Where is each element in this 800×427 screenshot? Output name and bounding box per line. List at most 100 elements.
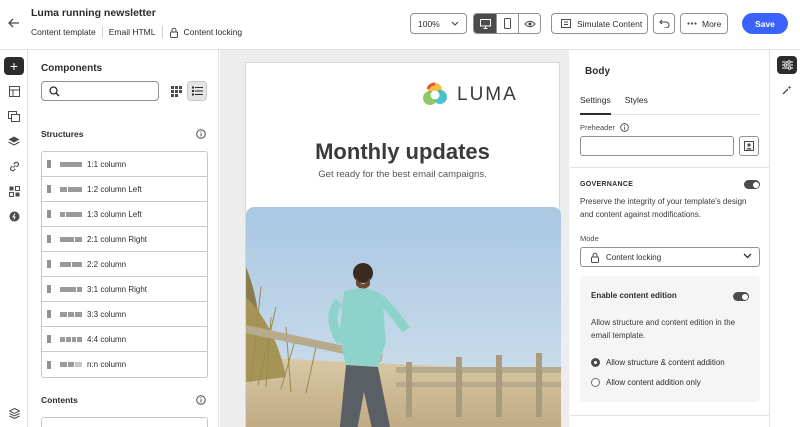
preheader-label-row: Preheader: [580, 123, 629, 132]
mode-select[interactable]: Content locking: [580, 247, 760, 267]
email-subheadline[interactable]: Get ready for the best email campaigns.: [246, 169, 559, 180]
content-locking-label: Content locking: [183, 27, 243, 37]
history-icon[interactable]: [8, 407, 20, 419]
drag-handle-icon[interactable]: [47, 335, 51, 343]
personalize-button[interactable]: [739, 136, 759, 156]
structure-item[interactable]: 3:1 column Right: [42, 277, 207, 302]
structure-item[interactable]: 1:2 column Left: [42, 177, 207, 202]
structure-item[interactable]: 3:3 column: [42, 302, 207, 327]
radio-button[interactable]: [591, 358, 600, 367]
personalization-icon[interactable]: [8, 210, 20, 222]
search-icon: [49, 86, 60, 97]
structures-title: Structures: [41, 129, 84, 139]
drag-handle-icon[interactable]: [47, 185, 51, 193]
zoom-select[interactable]: 100%: [410, 13, 467, 34]
lock-icon: [169, 27, 178, 38]
fragments-icon[interactable]: [8, 185, 20, 197]
structure-item[interactable]: 1:1 column: [42, 152, 207, 177]
drag-handle-icon[interactable]: [47, 210, 51, 218]
link-icon[interactable]: [8, 160, 20, 172]
drag-handle-icon[interactable]: [47, 360, 51, 369]
simulate-label: Simulate Content: [577, 18, 643, 29]
structure-label: 1:2 column Left: [87, 184, 142, 194]
email-body[interactable]: LUMA Monthly updates Get ready for the b…: [245, 62, 561, 427]
structure-item[interactable]: 1:3 column Left: [42, 202, 207, 227]
preheader-input[interactable]: [580, 136, 734, 156]
radio-content-only[interactable]: Allow content addition only: [591, 378, 701, 387]
contents-list: [41, 417, 208, 427]
list-view-icon[interactable]: [187, 81, 207, 101]
info-icon[interactable]: [620, 123, 629, 132]
chevron-down-icon: [451, 21, 459, 26]
assets-icon[interactable]: [8, 110, 20, 122]
structure-label: 1:3 column Left: [87, 209, 142, 219]
radio-button[interactable]: [591, 378, 600, 387]
email-headline[interactable]: Monthly updates: [246, 139, 559, 165]
layers-icon[interactable]: [8, 135, 20, 147]
properties-tabs: Settings Styles: [580, 92, 760, 115]
luma-logo-icon: [423, 82, 447, 105]
magic-wand-icon[interactable]: [782, 85, 792, 95]
components-panel: Components Structures 1:1 column 1:2 col…: [29, 50, 219, 427]
mobile-view-button[interactable]: [496, 14, 518, 33]
zoom-value: 100%: [418, 18, 440, 29]
column-thumbnail: [60, 311, 83, 317]
chevron-down-icon: [743, 253, 752, 259]
drag-handle-icon[interactable]: [47, 310, 51, 318]
structure-label: n:n column: [87, 360, 127, 369]
info-icon[interactable]: [196, 129, 206, 139]
structure-item[interactable]: 2:1 column Right: [42, 227, 207, 252]
breadcrumb: Content template Email HTML Content lock…: [31, 26, 242, 38]
drag-handle-icon[interactable]: [47, 235, 51, 243]
info-icon[interactable]: [196, 395, 206, 405]
drag-handle-icon[interactable]: [47, 285, 51, 293]
desktop-view-button[interactable]: [474, 14, 496, 33]
simulate-content-button[interactable]: Simulate Content: [551, 13, 648, 34]
more-label: More: [702, 18, 722, 29]
column-thumbnail: [60, 211, 82, 217]
radio-label: Allow content addition only: [606, 378, 701, 387]
structure-item[interactable]: 4:4 column: [42, 327, 207, 352]
governance-toggle[interactable]: [744, 180, 760, 189]
nav-content-template[interactable]: Content template: [31, 27, 96, 37]
left-rail: +: [0, 50, 28, 427]
preview-button[interactable]: [518, 14, 540, 33]
edition-title: Enable content edition: [591, 291, 677, 300]
properties-panel: Body Settings Styles Preheader GOVERNANC…: [570, 50, 770, 427]
structure-item[interactable]: n:n column: [42, 352, 207, 377]
personalize-icon: [744, 141, 754, 151]
page-title: Luma running newsletter: [31, 7, 156, 19]
drag-handle-icon[interactable]: [47, 260, 51, 268]
content-locking-link[interactable]: Content locking: [169, 27, 243, 38]
column-thumbnail: [60, 186, 82, 192]
governance-description: Preserve the integrity of your template'…: [580, 197, 747, 219]
luma-logo[interactable]: LUMA: [421, 81, 518, 109]
structure-label: 1:1 column: [87, 159, 127, 169]
back-arrow-icon[interactable]: [6, 14, 22, 32]
more-button[interactable]: More: [680, 13, 728, 34]
hero-image[interactable]: [246, 207, 561, 427]
edition-description: Allow structure and content edition in t…: [591, 318, 736, 340]
content-edition-toggle[interactable]: [733, 292, 749, 301]
column-thumbnail: [60, 261, 82, 267]
add-icon[interactable]: +: [4, 57, 24, 75]
grid-view-icon[interactable]: [169, 83, 183, 99]
properties-title: Body: [585, 66, 610, 77]
structure-item[interactable]: 2:2 column: [42, 252, 207, 277]
right-rail: [771, 50, 800, 427]
layout-icon[interactable]: [8, 85, 20, 97]
tab-settings[interactable]: Settings: [580, 92, 611, 115]
tab-styles[interactable]: Styles: [625, 92, 648, 114]
structure-list: 1:1 column 1:2 column Left 1:3 column Le…: [41, 151, 208, 378]
contents-title: Contents: [41, 395, 78, 405]
save-button[interactable]: Save: [742, 13, 788, 34]
desktop-icon: [479, 18, 491, 29]
radio-structure-content[interactable]: Allow structure & content addition: [591, 358, 725, 367]
undo-button[interactable]: [653, 13, 675, 34]
settings-sliders-icon[interactable]: [777, 56, 797, 74]
column-thumbnail: [60, 236, 82, 242]
search-input[interactable]: [41, 81, 159, 101]
drag-handle-icon[interactable]: [47, 160, 51, 168]
nav-email-html[interactable]: Email HTML: [109, 27, 156, 37]
undo-icon: [658, 19, 669, 28]
